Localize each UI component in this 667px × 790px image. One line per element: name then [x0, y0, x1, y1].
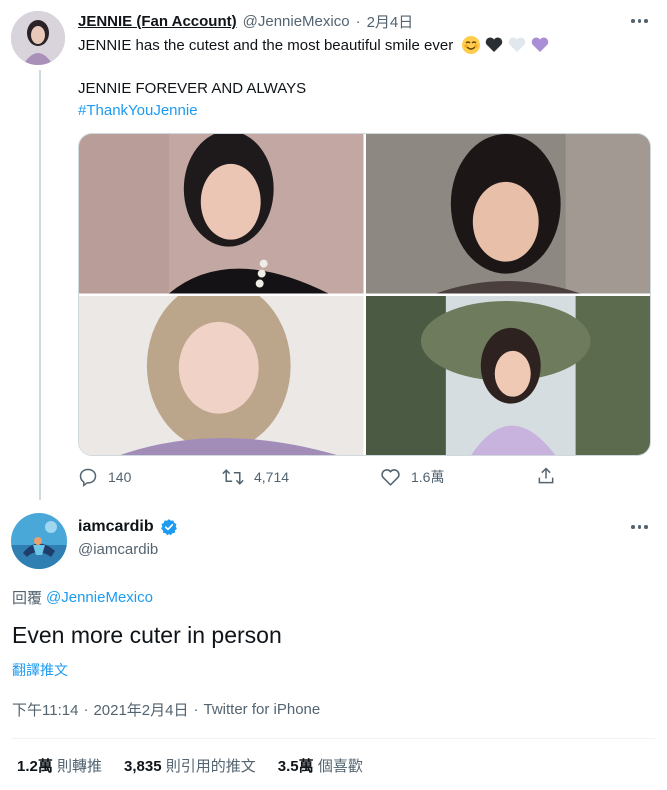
- replying-to: 回覆 @JennieMexico: [12, 587, 153, 608]
- divider: [12, 738, 655, 739]
- parent-handle[interactable]: @JennieMexico: [243, 13, 350, 30]
- meta-source[interactable]: Twitter for iPhone: [204, 701, 321, 718]
- reply-avatar[interactable]: [11, 513, 67, 569]
- replying-to-handle[interactable]: @JennieMexico: [46, 589, 153, 606]
- photo-3-image: [79, 295, 364, 455]
- heart-icon: [381, 469, 400, 486]
- smiling-face-emoji-icon: [462, 36, 481, 54]
- photo-1-image: [79, 134, 364, 294]
- share-action[interactable]: [536, 466, 556, 486]
- retweet-count: 4,714: [254, 469, 290, 485]
- parent-header: JENNIE (Fan Account) @JennieMexico · 2月4…: [78, 11, 413, 32]
- retweets-stat[interactable]: 1.2萬 則轉推: [17, 755, 102, 776]
- parent-date[interactable]: 2月4日: [367, 11, 414, 32]
- photo-1[interactable]: [79, 134, 364, 294]
- reply-display-name[interactable]: iamcardib: [78, 518, 154, 536]
- meta-date[interactable]: 2021年2月4日: [93, 699, 188, 720]
- translate-link[interactable]: 翻譯推文: [12, 660, 68, 680]
- verified-badge-icon: [160, 519, 177, 536]
- thread-line: [39, 70, 41, 500]
- stat-label: 則引用的推文: [165, 758, 256, 775]
- stat-label: 個喜歡: [317, 758, 363, 775]
- photo-4-image: [365, 295, 650, 455]
- stat-value: 3.5萬: [277, 758, 314, 775]
- purple-heart-icon: [531, 37, 549, 52]
- parent-text: JENNIE has the cutest and the most beaut…: [78, 36, 454, 54]
- like-count: 1.6萬: [411, 469, 445, 485]
- stat-label: 則轉推: [57, 758, 103, 775]
- avatar-image: [11, 513, 67, 569]
- tweet-meta: 下午11:14 · 2021年2月4日 · Twitter for iPhone: [12, 699, 320, 720]
- stat-value: 3,835: [124, 758, 162, 775]
- black-heart-icon: [485, 37, 503, 52]
- retweet-icon: [222, 469, 244, 485]
- replying-to-label: 回覆: [12, 590, 43, 607]
- avatar-image: [11, 11, 65, 65]
- reply-handle[interactable]: @iamcardib: [78, 541, 158, 558]
- likes-stat[interactable]: 3.5萬 個喜歡: [278, 755, 363, 776]
- white-heart-icon: [508, 37, 526, 52]
- like-action[interactable]: 1.6萬: [380, 467, 444, 487]
- parent-display-name[interactable]: JENNIE (Fan Account): [78, 13, 237, 30]
- retweet-action[interactable]: 4,714: [222, 467, 289, 487]
- parent-avatar[interactable]: [11, 11, 65, 65]
- reply-icon: [79, 468, 97, 487]
- parent-text-line2: JENNIE FOREVER AND ALWAYS: [78, 80, 307, 97]
- photo-2[interactable]: [365, 134, 650, 294]
- photo-2-image: [365, 134, 650, 294]
- engagement-stats: 1.2萬 則轉推 3,835 則引用的推文 3.5萬 個喜歡: [17, 755, 385, 776]
- reply-action[interactable]: 140: [78, 467, 131, 487]
- reply-more-icon[interactable]: [631, 525, 648, 529]
- meta-time[interactable]: 下午11:14: [12, 699, 78, 720]
- share-icon: [538, 467, 554, 484]
- photo-grid: [78, 133, 651, 456]
- photo-4[interactable]: [365, 295, 650, 455]
- photo-3[interactable]: [79, 295, 364, 455]
- hashtag-link[interactable]: #ThankYouJennie: [78, 102, 198, 119]
- parent-more-icon[interactable]: [631, 19, 648, 23]
- reply-text: Even more cuter in person: [12, 622, 282, 648]
- meta-separator: ·: [83, 701, 89, 718]
- emoji-row: [461, 35, 550, 55]
- quote-tweets-stat[interactable]: 3,835 則引用的推文: [124, 755, 256, 776]
- stat-value: 1.2萬: [17, 758, 53, 775]
- reply-count: 140: [108, 469, 132, 485]
- parent-separator: ·: [355, 13, 361, 30]
- meta-separator-2: ·: [193, 701, 199, 718]
- reply-name-row: iamcardib: [78, 518, 178, 536]
- parent-text-line1: JENNIE has the cutest and the most beaut…: [78, 35, 550, 55]
